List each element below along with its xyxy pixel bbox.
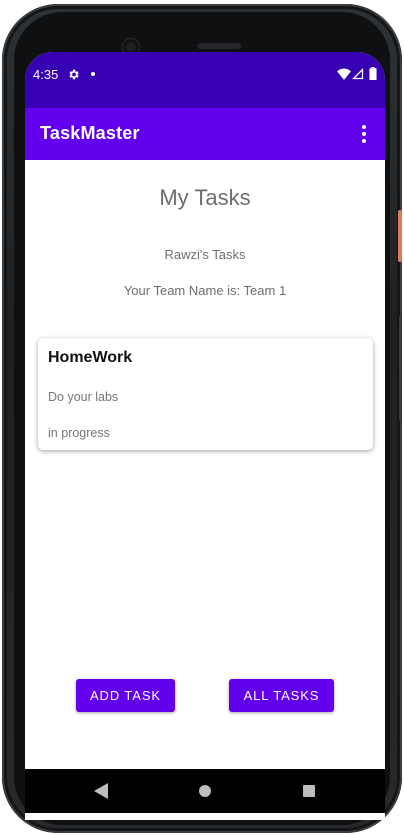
navigation-bar [25,769,385,813]
app-title: TaskMaster [40,123,140,143]
recents-icon[interactable] [303,785,315,797]
task-state: in progress [48,426,110,440]
status-time: 4:35 [33,67,59,82]
overflow-menu-icon[interactable] [356,123,372,145]
volume-button [399,316,402,420]
all-tasks-button[interactable]: ALL TASKS [229,679,334,712]
task-card[interactable]: HomeWork Do your labs in progress [38,338,373,450]
back-icon[interactable] [94,783,108,799]
home-icon[interactable] [199,785,211,797]
add-task-button[interactable]: ADD TASK [76,679,175,712]
notification-dot [91,72,95,76]
battery-icon [369,67,377,80]
user-tasks-label: Rawzi's Tasks [164,247,246,262]
task-title: HomeWork [48,349,133,366]
app-bar: TaskMaster [25,108,385,160]
page-title: My Tasks [159,185,251,210]
app-screen: 4:35 TaskMaster My Tasks Rawzi's Tasks Y… [25,52,385,820]
team-name-label: Your Team Name is: Team 1 [123,283,287,298]
task-body: Do your labs [48,390,119,404]
power-button [398,210,402,262]
signal-icon [352,68,364,80]
status-bar: 4:35 [25,52,385,108]
wifi-icon [337,68,351,80]
earpiece-speaker [197,43,241,49]
gear-icon [69,69,79,80]
